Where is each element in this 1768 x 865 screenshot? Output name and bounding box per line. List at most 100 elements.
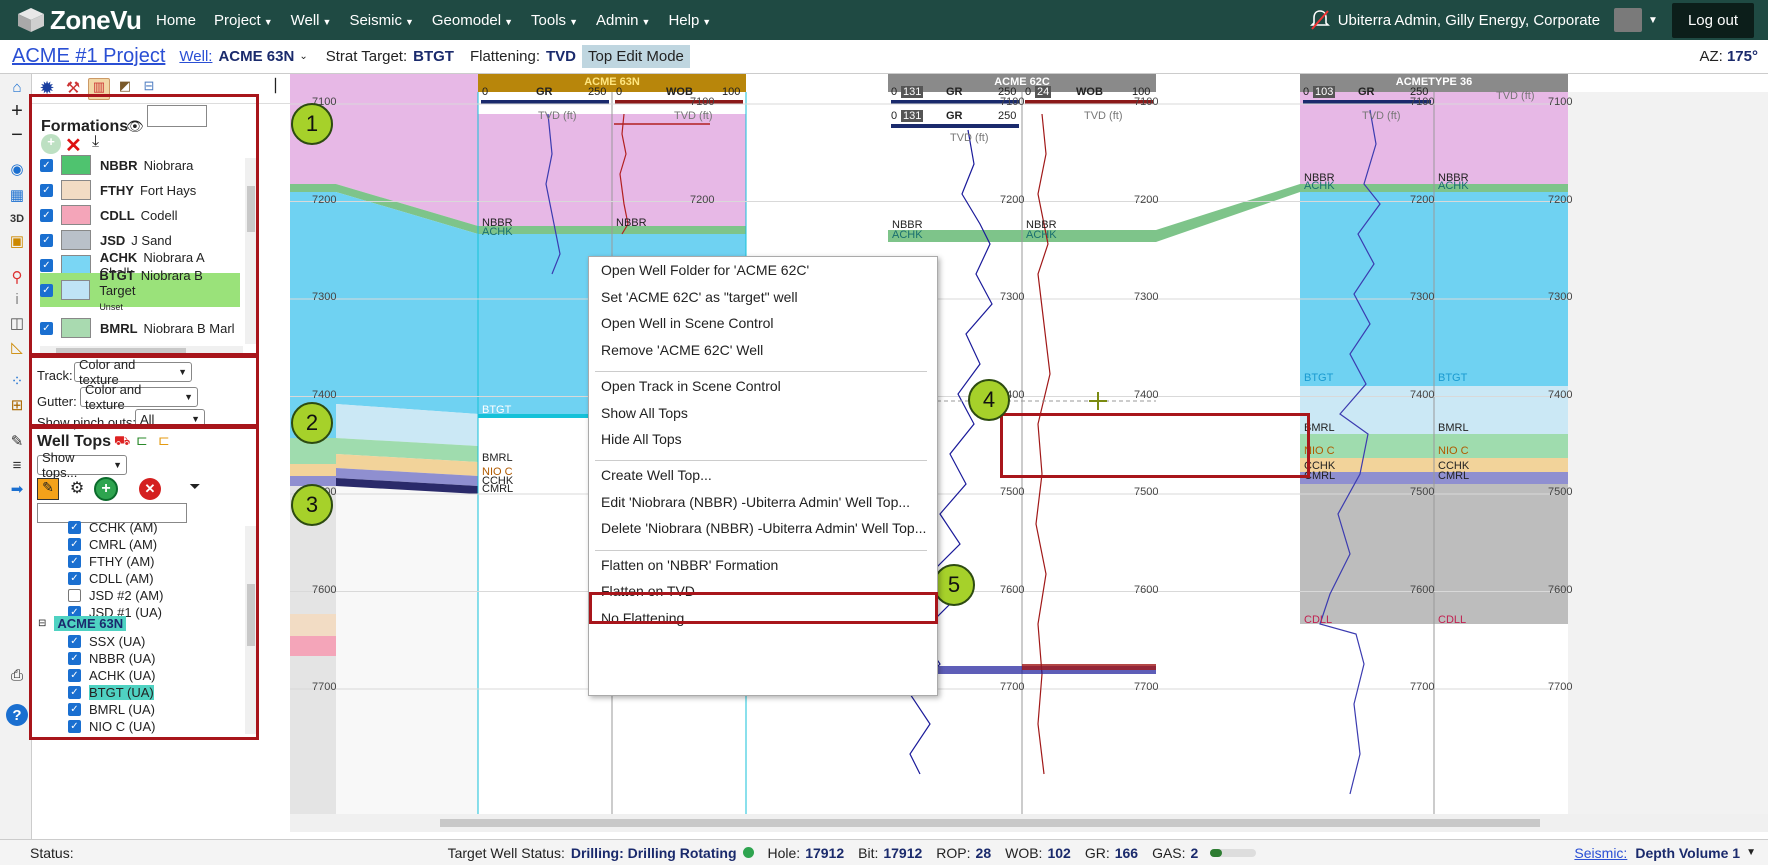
context-menu-item[interactable]: Remove 'ACME 62C' Well <box>601 342 763 358</box>
highlight-box-cursor <box>1000 413 1310 478</box>
top-label-achk2-62c[interactable]: ACHK <box>1026 229 1057 241</box>
logout-button[interactable]: Log out <box>1671 2 1754 38</box>
gr-value: 166 <box>1114 844 1139 861</box>
chevron-down-icon[interactable]: ▼ <box>1746 847 1756 858</box>
caret-down-icon: ▼ <box>641 16 651 27</box>
top-edit-mode-badge[interactable]: Top Edit Mode <box>582 45 690 68</box>
depth-label: 7300 <box>1410 291 1435 303</box>
well-selector[interactable]: ACME 63N <box>218 48 294 65</box>
gr-name-type36[interactable]: GR <box>1358 86 1375 98</box>
context-menu-item[interactable]: Flatten on 'NBBR' Formation <box>601 557 778 573</box>
avatar[interactable] <box>1614 8 1643 32</box>
context-menu-item[interactable]: Open Track in Scene Control <box>601 378 781 394</box>
list-icon[interactable]: ≡ <box>6 454 28 476</box>
nav-admin[interactable]: Admin ▼ <box>596 12 650 29</box>
zonevu-logo[interactable]: ZoneVu <box>16 5 156 36</box>
align-left-icon[interactable]: ▕ <box>260 78 282 100</box>
nav-project[interactable]: Project ▼ <box>214 12 273 29</box>
zoom-out-icon[interactable]: − <box>6 124 28 146</box>
gr-min-62c: 0 <box>891 86 898 98</box>
track-title-acmetype36[interactable]: ACMETYPE 36 <box>1300 76 1568 88</box>
zoom-in-icon[interactable]: + <box>6 100 28 122</box>
nav-home[interactable]: Home <box>156 12 196 29</box>
compass-icon[interactable]: ◉ <box>6 158 28 180</box>
gr-name-62c[interactable]: GR <box>946 86 963 98</box>
home-icon[interactable]: ⌂ <box>6 76 28 98</box>
rop-label: ROP: <box>936 844 971 861</box>
gr-name-63n[interactable]: GR <box>536 86 553 98</box>
hole-label: Hole: <box>767 844 801 861</box>
nav-well-label: Well <box>290 11 320 29</box>
top-label-cmrl-63n[interactable]: CMRL <box>482 483 513 495</box>
depth-label: 7200 <box>1000 193 1025 206</box>
print-icon[interactable]: ⎙ <box>6 664 28 686</box>
grid-view-icon[interactable]: ▦ <box>6 184 28 206</box>
gr-min-type36: 0 <box>1303 86 1310 98</box>
top-label-bmrl2-type36[interactable]: BMRL <box>1438 422 1469 434</box>
user-menu-caret-icon[interactable]: ▼ <box>1648 15 1658 26</box>
top-label-cdll2-type36[interactable]: CDLL <box>1438 614 1466 626</box>
top-label-btgt-63n[interactable]: BTGT <box>482 404 511 416</box>
track-title-acme62c[interactable]: ACME 62C <box>888 76 1156 88</box>
crossplot-icon[interactable]: ⊞ <box>6 394 28 416</box>
nav-tools[interactable]: Tools ▼ <box>531 12 578 29</box>
nav-geomodel[interactable]: Geomodel ▼ <box>432 12 513 29</box>
ruler-icon[interactable]: ◺ <box>6 336 28 358</box>
depth-label: 7400 <box>1548 388 1573 401</box>
context-menu-item[interactable]: Open Well Folder for 'ACME 62C' <box>601 262 809 278</box>
seismic-value[interactable]: Depth Volume 1 <box>1635 845 1740 861</box>
gr-badge-62c: 131 <box>901 86 924 98</box>
depth-label: 7700 <box>1548 681 1573 693</box>
track-title-acme63n[interactable]: ACME 63N <box>478 76 746 88</box>
top-label-nbbr2-63n[interactable]: NBBR <box>616 217 647 229</box>
context-menu-item[interactable]: Open Well in Scene Control <box>601 315 774 331</box>
seismic-link[interactable]: Seismic: <box>1574 845 1627 861</box>
callout-1: 1 <box>291 103 333 145</box>
top-label-achk-63n[interactable]: ACHK <box>482 226 513 238</box>
caret-down-icon: ▼ <box>404 16 414 27</box>
top-label-btgt2-type36[interactable]: BTGT <box>1438 372 1467 384</box>
camera-icon[interactable]: ◫ <box>6 312 28 334</box>
annotation-icon[interactable]: ✎ <box>6 430 28 452</box>
tvd-label-62c: TVD (ft) <box>950 132 989 144</box>
bit-label: Bit: <box>858 844 879 861</box>
3d-view-icon[interactable]: 3D <box>6 208 28 230</box>
top-label-btgt-type36[interactable]: BTGT <box>1304 372 1333 384</box>
project-title[interactable]: ACME #1 Project <box>12 45 165 68</box>
info-icon[interactable]: i <box>6 288 28 310</box>
top-label-bmrl-63n[interactable]: BMRL <box>482 452 513 464</box>
top-label-achk-62c[interactable]: ACHK <box>892 229 923 241</box>
context-menu-item[interactable]: Create Well Top... <box>601 467 712 483</box>
top-label-cmrl2-type36[interactable]: CMRL <box>1438 470 1469 482</box>
wob-name-63n[interactable]: WOB <box>666 86 693 98</box>
top-label-achk-type36[interactable]: ACHK <box>1304 180 1335 192</box>
gr2-max-62c: 250 <box>998 110 1017 122</box>
wob-name-62c[interactable]: WOB <box>1076 86 1103 98</box>
context-menu-item[interactable]: Hide All Tops <box>601 431 682 447</box>
top-label-achk2-type36[interactable]: ACHK <box>1438 180 1469 192</box>
top-label-nioc2-type36[interactable]: NIO C <box>1438 445 1469 457</box>
nav-help[interactable]: Help ▼ <box>668 12 711 29</box>
context-menu-item[interactable]: Edit 'Niobrara (NBBR) -Ubiterra Admin' W… <box>601 494 910 510</box>
context-menu-item[interactable]: Show All Tops <box>601 405 688 421</box>
context-menu-item[interactable]: Delete 'Niobrara (NBBR) -Ubiterra Admin'… <box>601 520 926 536</box>
bit-value: 17912 <box>883 844 923 861</box>
caret-down-icon: ▼ <box>702 16 712 27</box>
help-icon[interactable]: ? <box>6 704 28 726</box>
gr2-name-62c[interactable]: GR <box>946 110 963 122</box>
callout-3: 3 <box>291 484 333 526</box>
well-link[interactable]: Well: <box>179 48 212 65</box>
context-menu-item[interactable]: Set 'ACME 62C' as "target" well <box>601 289 798 305</box>
caret-down-icon: ▼ <box>504 16 514 27</box>
tvd2-label-type36: TVD (ft) <box>1496 90 1535 102</box>
gas-value: 2 <box>1190 844 1199 861</box>
nav-seismic[interactable]: Seismic ▼ <box>349 12 413 29</box>
top-label-cdll-type36[interactable]: CDLL <box>1304 614 1332 626</box>
arrow-right-icon[interactable]: ➡ <box>6 478 28 500</box>
chevron-down-icon[interactable]: ⌄ <box>299 51 307 62</box>
notifications-off-icon[interactable] <box>1309 9 1330 31</box>
search-icon[interactable]: ⚲ <box>6 266 28 288</box>
map-view-icon[interactable]: ▣ <box>6 230 28 252</box>
nav-well[interactable]: Well ▼ <box>291 12 332 29</box>
points-icon[interactable]: ⁘ <box>6 370 28 392</box>
